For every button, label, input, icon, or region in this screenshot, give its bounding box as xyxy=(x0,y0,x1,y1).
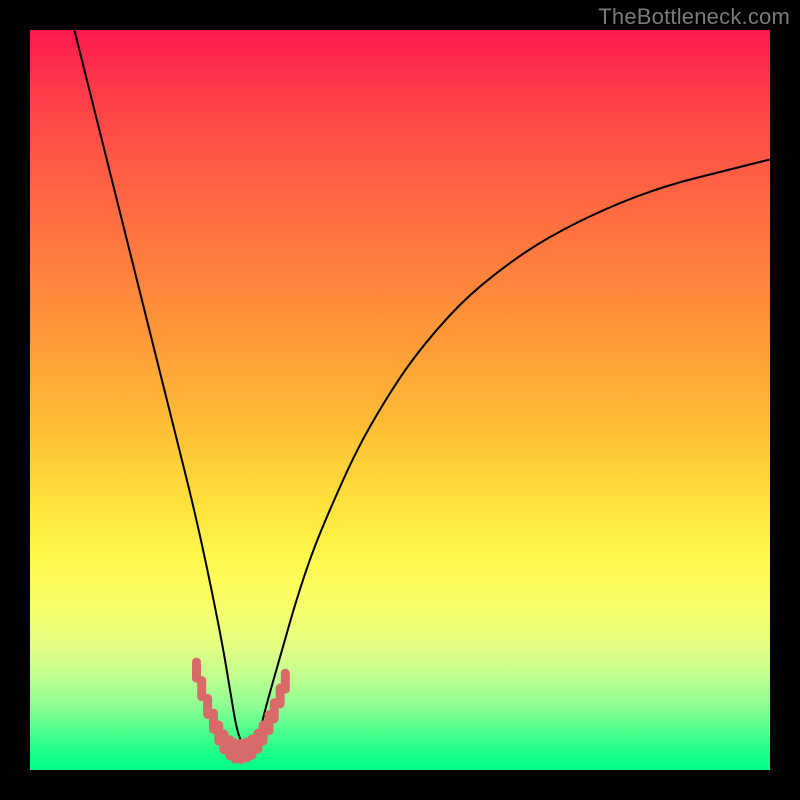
plot-area xyxy=(30,30,770,770)
watermark-text: TheBottleneck.com xyxy=(598,4,790,30)
bottleneck-curve xyxy=(74,30,770,748)
chart-frame: TheBottleneck.com xyxy=(0,0,800,800)
curve-layer xyxy=(30,30,770,770)
threshold-marker-group xyxy=(197,662,286,759)
